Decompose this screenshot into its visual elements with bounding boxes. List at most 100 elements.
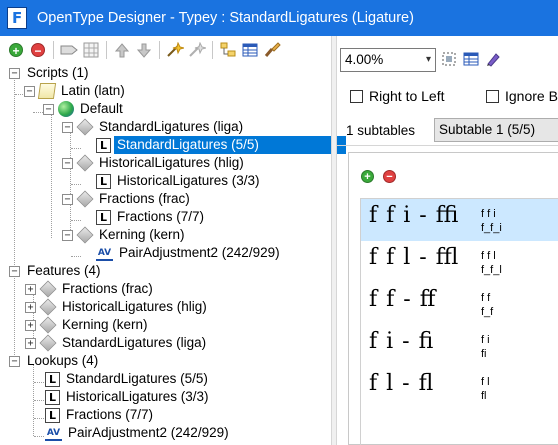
tree-guide	[34, 400, 44, 401]
ligature-name: f_f_i	[481, 222, 502, 234]
tree-node-lookup-standard-ligatures[interactable]: L StandardLigatures (5/5)	[45, 370, 211, 388]
ignore-checkbox[interactable]	[486, 89, 499, 103]
lookup-icon: L	[96, 137, 111, 153]
pencil-icon[interactable]	[485, 51, 501, 67]
collapse-icon[interactable]: −	[9, 355, 20, 367]
tree-node-label: Scripts (1)	[27, 65, 89, 80]
right-to-left-checkbox-row[interactable]: Right to Left	[350, 88, 445, 104]
pair-adjustment-icon: AV	[45, 425, 62, 441]
tree-node-feature-standard-ligatures[interactable]: + StandardLigatures (liga)	[25, 334, 209, 352]
pair-adjustment-icon: AV	[96, 245, 113, 261]
collapse-icon[interactable]: −	[43, 103, 54, 115]
ligature-row[interactable]: f l ‑ ﬂ f l fl	[361, 367, 558, 409]
add-ligature-button[interactable]: +	[361, 170, 374, 183]
ligature-sequence: f i	[481, 334, 490, 346]
tree-node-label: StandardLigatures (5/5)	[114, 136, 346, 154]
divider	[337, 145, 558, 146]
tree-node-fractions-lookup[interactable]: L Fractions (7/7)	[96, 208, 207, 226]
table-button[interactable]	[240, 40, 260, 60]
lookup-icon: L	[96, 173, 111, 189]
tree-node-label: StandardLigatures (5/5)	[66, 371, 208, 386]
tree-node-feature-fractions[interactable]: + Fractions (frac)	[25, 280, 156, 298]
expand-icon[interactable]: +	[25, 301, 36, 313]
tree-node-kerning-feature[interactable]: − Kerning (kern)	[62, 226, 188, 244]
tree-node-lookup-pair-adjustment[interactable]: AV PairAdjustment2 (242/929)	[45, 424, 232, 442]
tree-guide	[71, 184, 81, 185]
tree-node-default[interactable]: − Default	[43, 100, 126, 118]
tree-node-features[interactable]: − Features (4)	[9, 262, 104, 280]
script-icon	[37, 83, 57, 99]
ligature-list[interactable]: f f i ‑ ﬃ f f i f_f_i f f l ‑ ﬄ f f l f_…	[360, 198, 558, 445]
tree-node-historical-ligatures-lookup[interactable]: L HistoricalLigatures (3/3)	[96, 172, 263, 190]
feature-icon	[39, 334, 57, 352]
tree-guide	[34, 382, 44, 383]
tree-node-lookup-historical-ligatures[interactable]: L HistoricalLigatures (3/3)	[45, 388, 212, 406]
expand-icon[interactable]: +	[25, 319, 36, 331]
tree-node-standard-ligatures-feature[interactable]: − StandardLigatures (liga)	[62, 118, 246, 136]
splitter[interactable]	[331, 36, 337, 445]
tree-node-label: Fractions (7/7)	[66, 407, 154, 422]
collapse-icon[interactable]: −	[62, 121, 73, 133]
lookup-icon: L	[45, 407, 60, 423]
tree-node-pair-adjustment-lookup[interactable]: AV PairAdjustment2 (242/929)	[96, 244, 283, 262]
collapse-icon[interactable]: −	[62, 157, 73, 169]
expand-icon[interactable]: +	[25, 337, 36, 349]
tree-node-fractions-feature[interactable]: − Fractions (frac)	[62, 190, 193, 208]
ligature-row[interactable]: f f i ‑ ﬃ f f i f_f_i	[361, 199, 558, 241]
tree-node-label: StandardLigatures (liga)	[62, 335, 207, 350]
subtable-select[interactable]: Subtable 1 (5/5)	[434, 118, 558, 142]
feature-icon	[39, 316, 57, 334]
toolbar-separator	[212, 41, 213, 59]
ligature-codes: f f i f_f_i	[481, 207, 502, 235]
collapse-icon[interactable]: −	[62, 229, 73, 241]
ligature-row[interactable]: f f l ‑ ﬄ f f l f_f_l	[361, 241, 558, 283]
tree-node-lookups[interactable]: − Lookups (4)	[9, 352, 101, 370]
ligature-glyphs: f f i ‑ ﬃ	[369, 203, 460, 228]
ignore-checkbox-row[interactable]: Ignore B	[486, 88, 558, 104]
tree-view[interactable]: − Scripts (1) − Latin (latn) − Default −…	[0, 64, 346, 445]
feature-icon	[76, 154, 94, 172]
app-icon	[7, 7, 27, 29]
brush-button[interactable]	[262, 40, 282, 60]
tree-node-feature-historical-ligatures[interactable]: + HistoricalLigatures (hlig)	[25, 298, 210, 316]
collapse-icon[interactable]: −	[24, 85, 35, 97]
move-down-icon	[137, 43, 151, 58]
expand-icon[interactable]: +	[25, 283, 36, 295]
ligature-codes: f f l f_f_l	[481, 249, 502, 277]
tree-node-label: HistoricalLigatures (hlig)	[62, 299, 207, 314]
tree-button[interactable]	[218, 40, 238, 60]
ligature-row[interactable]: f f ‑ ﬀ f f f_f	[361, 283, 558, 325]
ligature-row[interactable]: f i ‑ ﬁ f i fi	[361, 325, 558, 367]
remove-button[interactable]: −	[28, 40, 48, 60]
collapse-icon[interactable]: −	[62, 193, 73, 205]
tree-node-historical-ligatures-feature[interactable]: − HistoricalLigatures (hlig)	[62, 154, 247, 172]
tree-node-latin[interactable]: − Latin (latn)	[24, 82, 128, 100]
ligature-glyphs: f f l ‑ ﬄ	[369, 245, 460, 270]
tree-node-lookup-fractions[interactable]: L Fractions (7/7)	[45, 406, 156, 424]
tree-guide	[71, 148, 81, 149]
grid-button[interactable]	[81, 40, 101, 60]
add-button[interactable]: +	[6, 40, 26, 60]
zoom-select[interactable]: 4.00% ▾	[340, 48, 436, 72]
tree-node-label: Kerning (kern)	[99, 227, 185, 242]
ligature-glyphs: f l ‑ ﬂ	[369, 371, 435, 396]
move-up-button[interactable]	[112, 40, 132, 60]
remove-ligature-button[interactable]: −	[383, 170, 396, 183]
tag-button[interactable]	[59, 40, 79, 60]
tree-node-scripts[interactable]: − Scripts (1)	[9, 64, 92, 82]
grid-icon	[83, 42, 99, 58]
tree-node-standard-ligatures-lookup[interactable]: L StandardLigatures (5/5)	[96, 136, 346, 154]
fit-icon[interactable]	[441, 51, 457, 67]
tree-node-label: PairAdjustment2 (242/929)	[119, 245, 280, 260]
collapse-icon[interactable]: −	[9, 67, 20, 79]
table-view-icon[interactable]	[463, 51, 479, 67]
tree-node-label: Latin (latn)	[61, 83, 125, 98]
tree-node-feature-kerning[interactable]: + Kerning (kern)	[25, 316, 151, 334]
right-to-left-checkbox[interactable]	[350, 89, 363, 103]
move-down-button[interactable]	[134, 40, 154, 60]
subtables-count: 1 subtables	[346, 123, 416, 138]
wand-alt-button[interactable]	[187, 40, 207, 60]
collapse-icon[interactable]: −	[9, 265, 20, 277]
wand-button[interactable]	[165, 40, 185, 60]
tree-node-label: Fractions (frac)	[99, 191, 190, 206]
